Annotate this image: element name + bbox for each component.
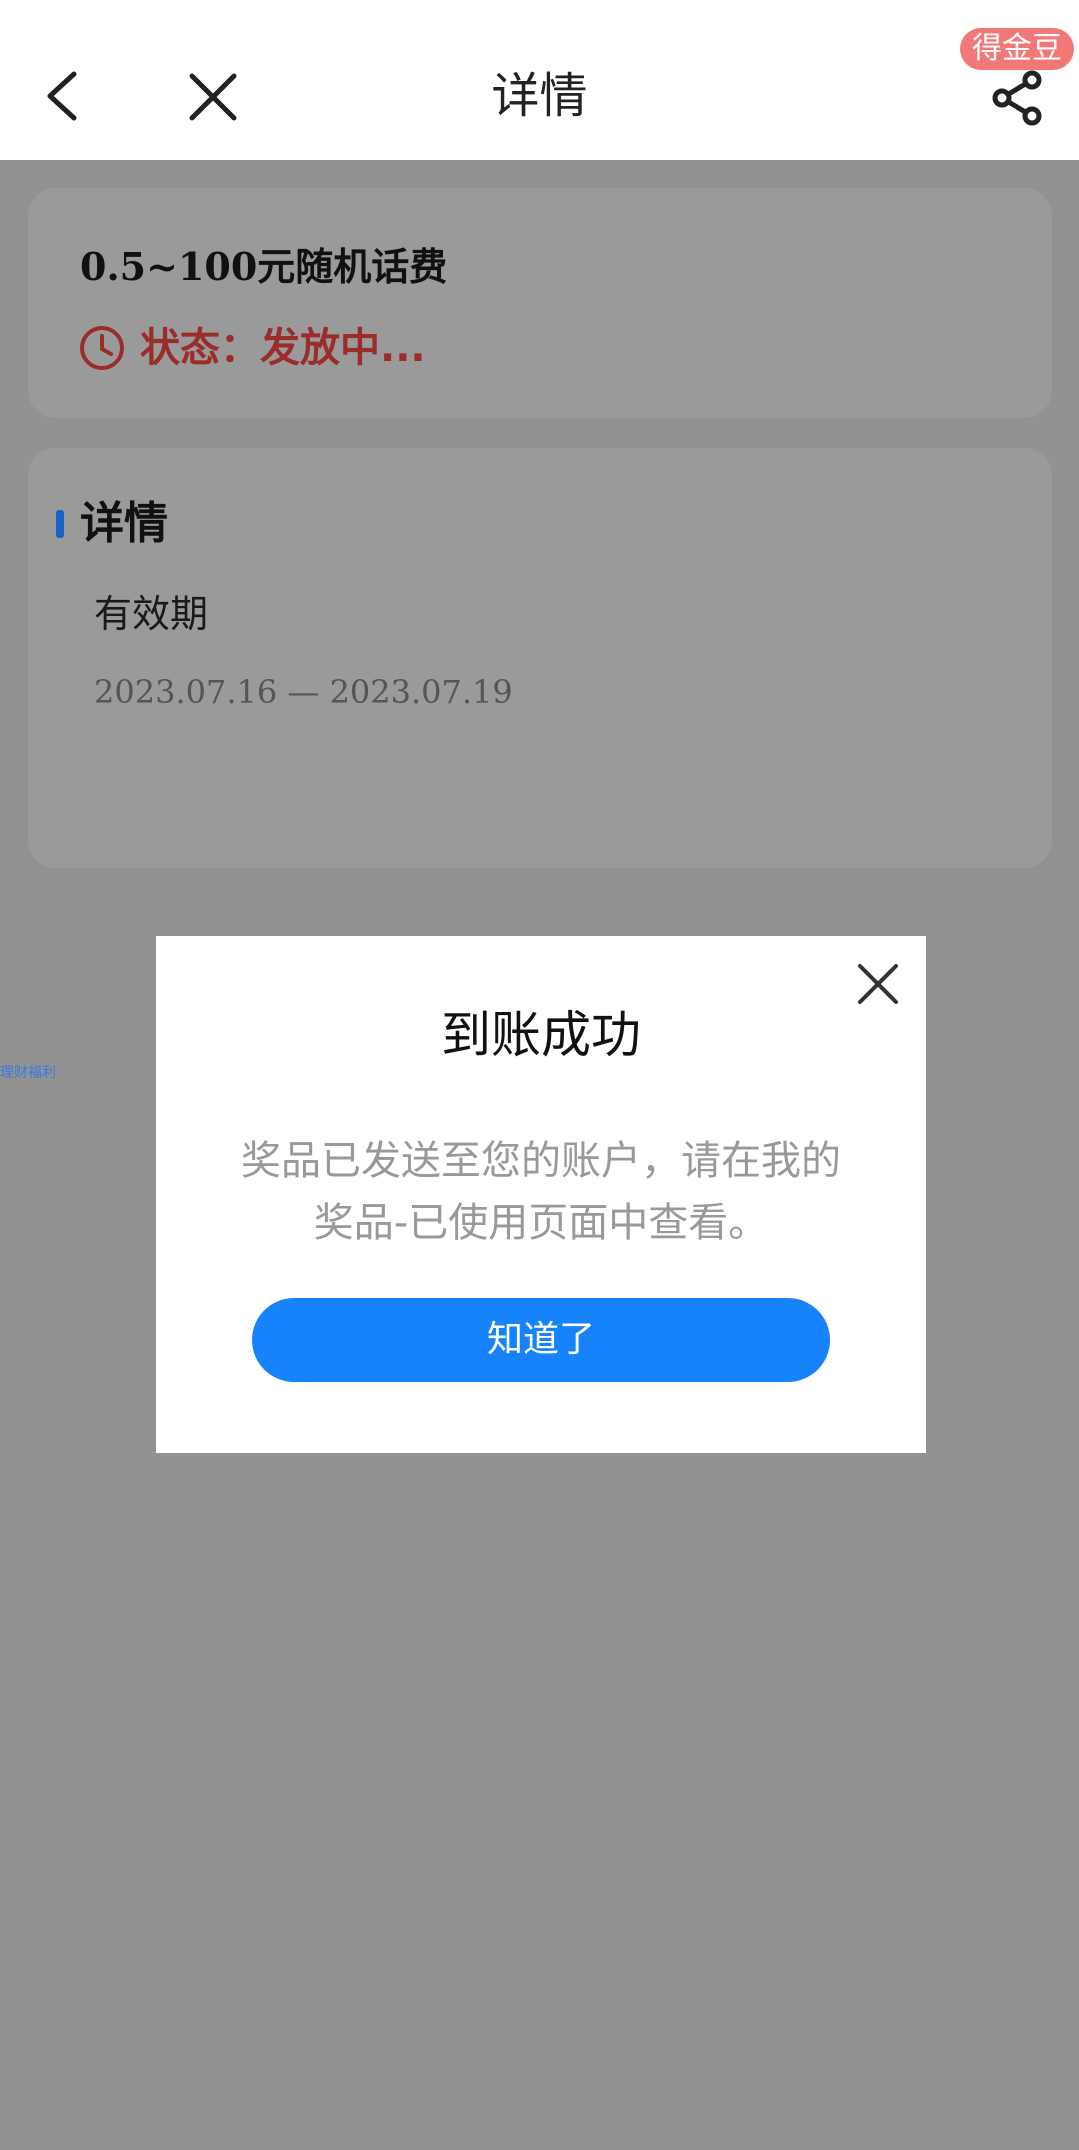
success-dialog: 到账成功 奖品已发送至您的账户，请在我的奖品-已使用页面中查看。 知道了 xyxy=(156,936,926,1453)
side-floating-tag[interactable]: 理财福利 xyxy=(0,1063,56,1083)
dialog-title: 到账成功 xyxy=(441,1006,641,1064)
page-title: 详情 xyxy=(491,68,588,124)
navigation-bar: 详情 得金豆 xyxy=(0,0,1079,160)
confirm-button[interactable]: 知道了 xyxy=(252,1298,830,1382)
section-accent-bar xyxy=(56,510,64,538)
status-text: 状态：发放中... xyxy=(140,325,426,371)
section-title: 详情 xyxy=(80,498,168,549)
share-icon[interactable] xyxy=(990,70,1046,126)
prize-name: 0.5~100元随机话费 xyxy=(80,244,448,289)
coin-badge[interactable]: 得金豆 xyxy=(960,28,1074,70)
validity-label: 有效期 xyxy=(94,592,209,636)
dialog-message: 奖品已发送至您的账户，请在我的奖品-已使用页面中查看。 xyxy=(241,1138,841,1246)
prize-card: 0.5~100元随机话费 状态：发放中... xyxy=(28,188,1052,418)
detail-card: 详情 有效期 2023.07.16 — 2023.07.19 xyxy=(28,448,1052,868)
clock-icon xyxy=(80,326,124,370)
validity-range: 2023.07.16 — 2023.07.19 xyxy=(94,673,513,711)
